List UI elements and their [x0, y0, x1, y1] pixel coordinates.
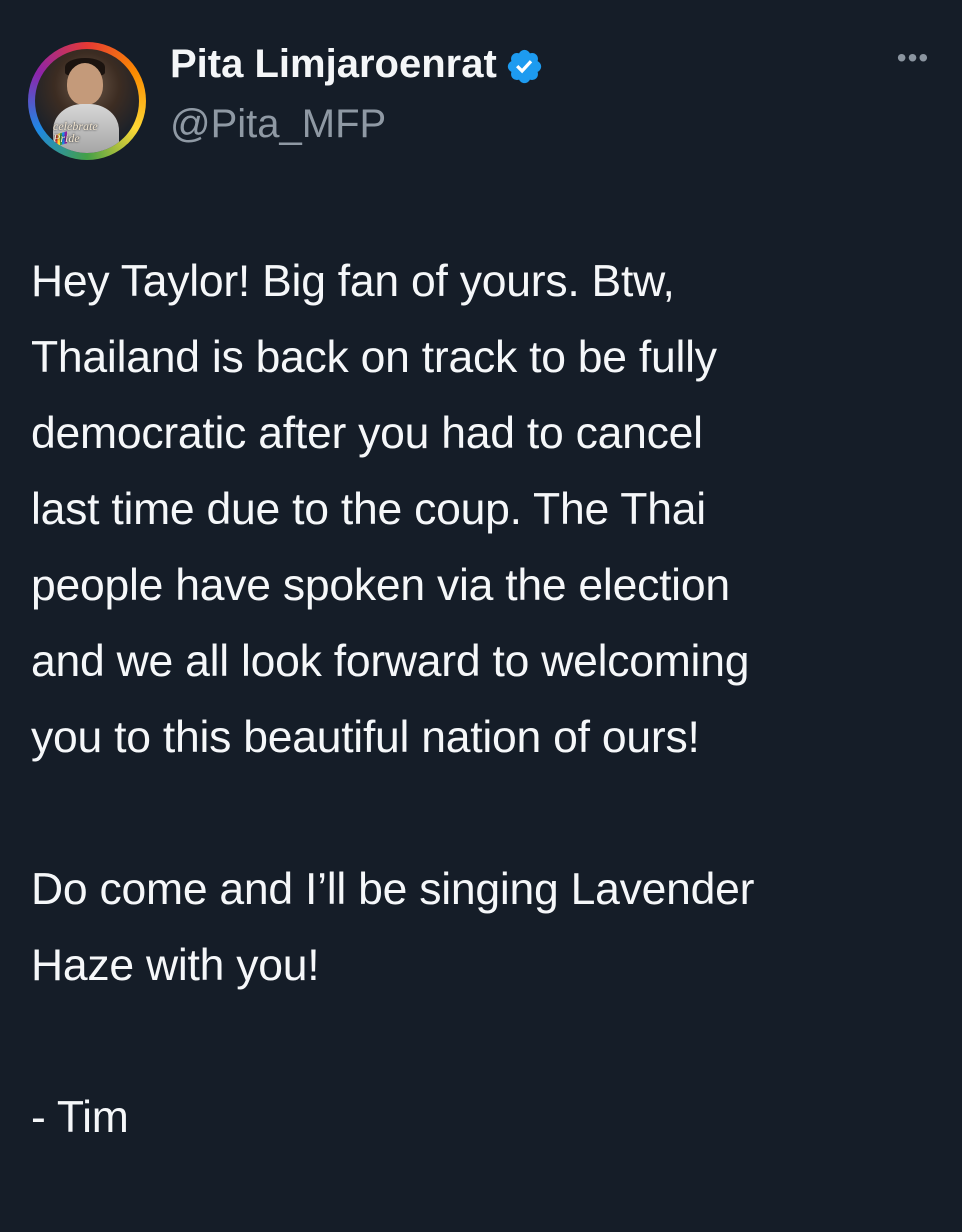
tweet-line: and we all look forward to welcoming — [31, 637, 750, 686]
more-options-icon: ••• — [896, 42, 930, 73]
tweet-header: celebrate Pride Pita Limjaroenrat @Pita_… — [28, 38, 934, 170]
tweet-line: people have spoken via the election — [31, 561, 730, 610]
tweet-text: Hey Taylor! Big fan of yours. Btw, Thail… — [31, 244, 931, 1232]
tweet-paragraph-1: Hey Taylor! Big fan of yours. Btw, Thail… — [31, 244, 931, 776]
tweet-line: Thailand is back on track to be fully — [31, 333, 717, 382]
tweet-line: Hey Taylor! Big fan of yours. Btw, — [31, 257, 675, 306]
avatar-pride-text: celebrate Pride — [53, 120, 125, 144]
author-handle[interactable]: @Pita_MFP — [170, 102, 386, 147]
profile-avatar[interactable]: celebrate Pride — [28, 42, 146, 160]
tweet-paragraph-2: Do come and I’ll be singing Lavender Haz… — [31, 852, 931, 1004]
verified-badge-icon — [507, 49, 541, 83]
tweet-line: - Tim — [31, 1093, 129, 1142]
tweet-line: you to this beautiful nation of ours! — [31, 713, 700, 762]
author-display-name[interactable]: Pita Limjaroenrat — [170, 42, 497, 87]
tweet-signature: - Tim — [31, 1080, 931, 1156]
tweet-line: last time due to the coup. The Thai — [31, 485, 706, 534]
tweet-line: Do come and I’ll be singing Lavender — [31, 865, 755, 914]
avatar-face — [67, 63, 103, 105]
tweet-line: democratic after you had to cancel — [31, 409, 703, 458]
tweet-line: Haze with you! — [31, 941, 320, 990]
author-name-line: Pita Limjaroenrat — [170, 38, 544, 90]
tweet-card: celebrate Pride Pita Limjaroenrat @Pita_… — [0, 0, 962, 1200]
more-options-button[interactable]: ••• — [892, 42, 934, 73]
avatar-text-line-2: Pride — [53, 131, 80, 145]
avatar-photo: celebrate Pride — [35, 49, 139, 153]
